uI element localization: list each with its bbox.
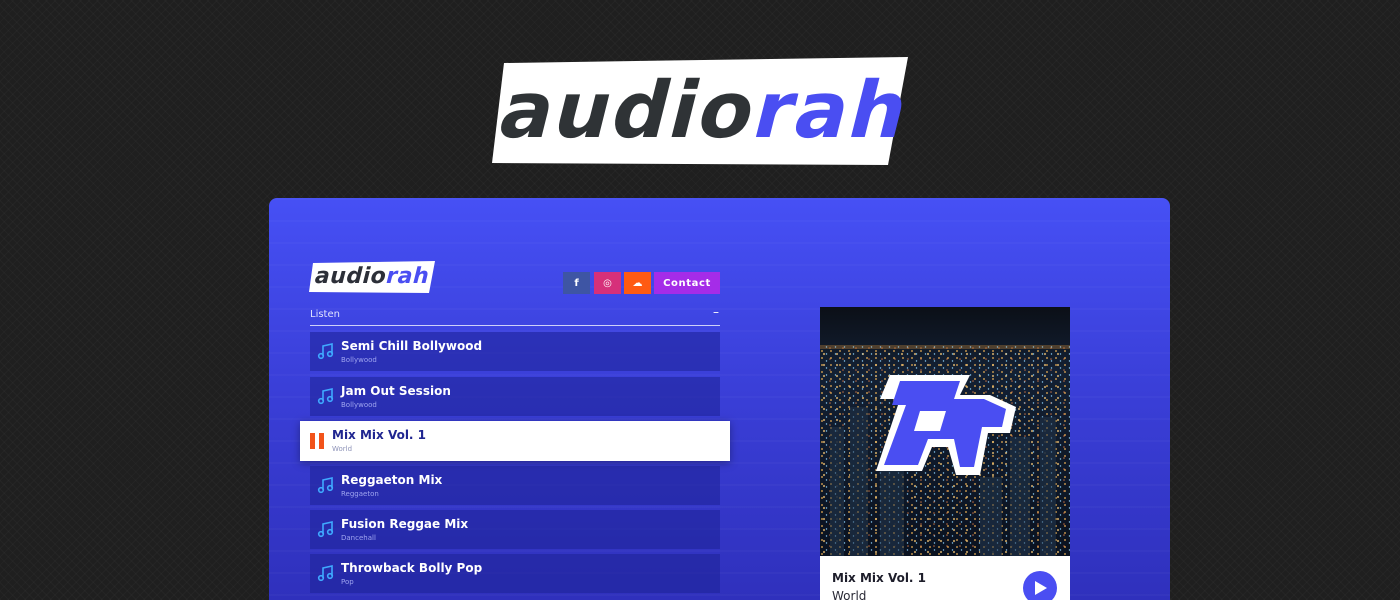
track-title: Fusion Reggae Mix: [341, 517, 469, 531]
play-icon: [1035, 581, 1047, 595]
panel-logo-wordmark: audio rah: [305, 261, 439, 293]
track-item[interactable]: Reggaeton Mix Reggaeton: [310, 466, 720, 505]
panel-logo-part-rah: rah: [383, 264, 433, 289]
hero-logo-part-rah: rah: [744, 66, 920, 156]
listen-divider: [310, 325, 720, 326]
facebook-button[interactable]: f: [563, 272, 590, 294]
collapse-listen-button[interactable]: –: [710, 306, 722, 318]
player-panel: audio rah f ◎ ☁ Contact Listen – Semi Chi…: [269, 198, 1170, 600]
music-note-icon: [317, 521, 334, 538]
track-genre: Bollywood: [341, 401, 377, 409]
track-title: Mix Mix Vol. 1: [332, 428, 427, 442]
track-genre: World: [332, 445, 353, 453]
hero-logo-wordmark: audio rah: [479, 57, 922, 165]
album-art: [820, 307, 1070, 556]
soundcloud-icon: ☁: [632, 277, 643, 289]
music-note-icon: [317, 343, 334, 360]
track-genre: Reggaeton: [341, 490, 379, 498]
panel-logo-part-audio: audio: [311, 264, 390, 289]
city-night-image: [820, 307, 1070, 556]
instagram-button[interactable]: ◎: [594, 272, 621, 294]
hero-logo: audio rah: [490, 57, 920, 165]
track-genre: Bollywood: [341, 356, 377, 364]
listen-heading: Listen: [310, 309, 340, 320]
music-note-icon: [317, 388, 334, 405]
track-item-active[interactable]: Mix Mix Vol. 1 World: [300, 421, 730, 461]
pause-icon[interactable]: [310, 433, 324, 449]
music-note-icon: [317, 477, 334, 494]
track-item[interactable]: Semi Chill Bollywood Bollywood: [310, 332, 720, 371]
track-genre: Dancehall: [341, 534, 376, 542]
track-item[interactable]: Throwback Bolly Pop Pop: [310, 554, 720, 593]
soundcloud-button[interactable]: ☁: [624, 272, 651, 294]
hero-logo-part-audio: audio: [490, 66, 768, 156]
track-item[interactable]: Fusion Reggae Mix Dancehall: [310, 510, 720, 549]
track-title: Throwback Bolly Pop: [341, 561, 483, 575]
track-title: Semi Chill Bollywood: [341, 339, 483, 353]
contact-button[interactable]: Contact: [654, 272, 720, 294]
play-button[interactable]: [1023, 571, 1057, 600]
track-item[interactable]: Jam Out Session Bollywood: [310, 377, 720, 416]
music-note-icon: [317, 565, 334, 582]
track-title: Reggaeton Mix: [341, 473, 443, 487]
panel-logo[interactable]: audio rah: [309, 261, 435, 293]
track-genre: Pop: [341, 578, 354, 586]
now-playing-genre: World: [832, 589, 867, 600]
instagram-icon: ◎: [603, 277, 612, 289]
track-title: Jam Out Session: [341, 384, 451, 398]
now-playing-title: Mix Mix Vol. 1: [832, 571, 927, 585]
now-playing-card: Mix Mix Vol. 1 World: [820, 307, 1070, 600]
facebook-icon: f: [574, 277, 579, 289]
